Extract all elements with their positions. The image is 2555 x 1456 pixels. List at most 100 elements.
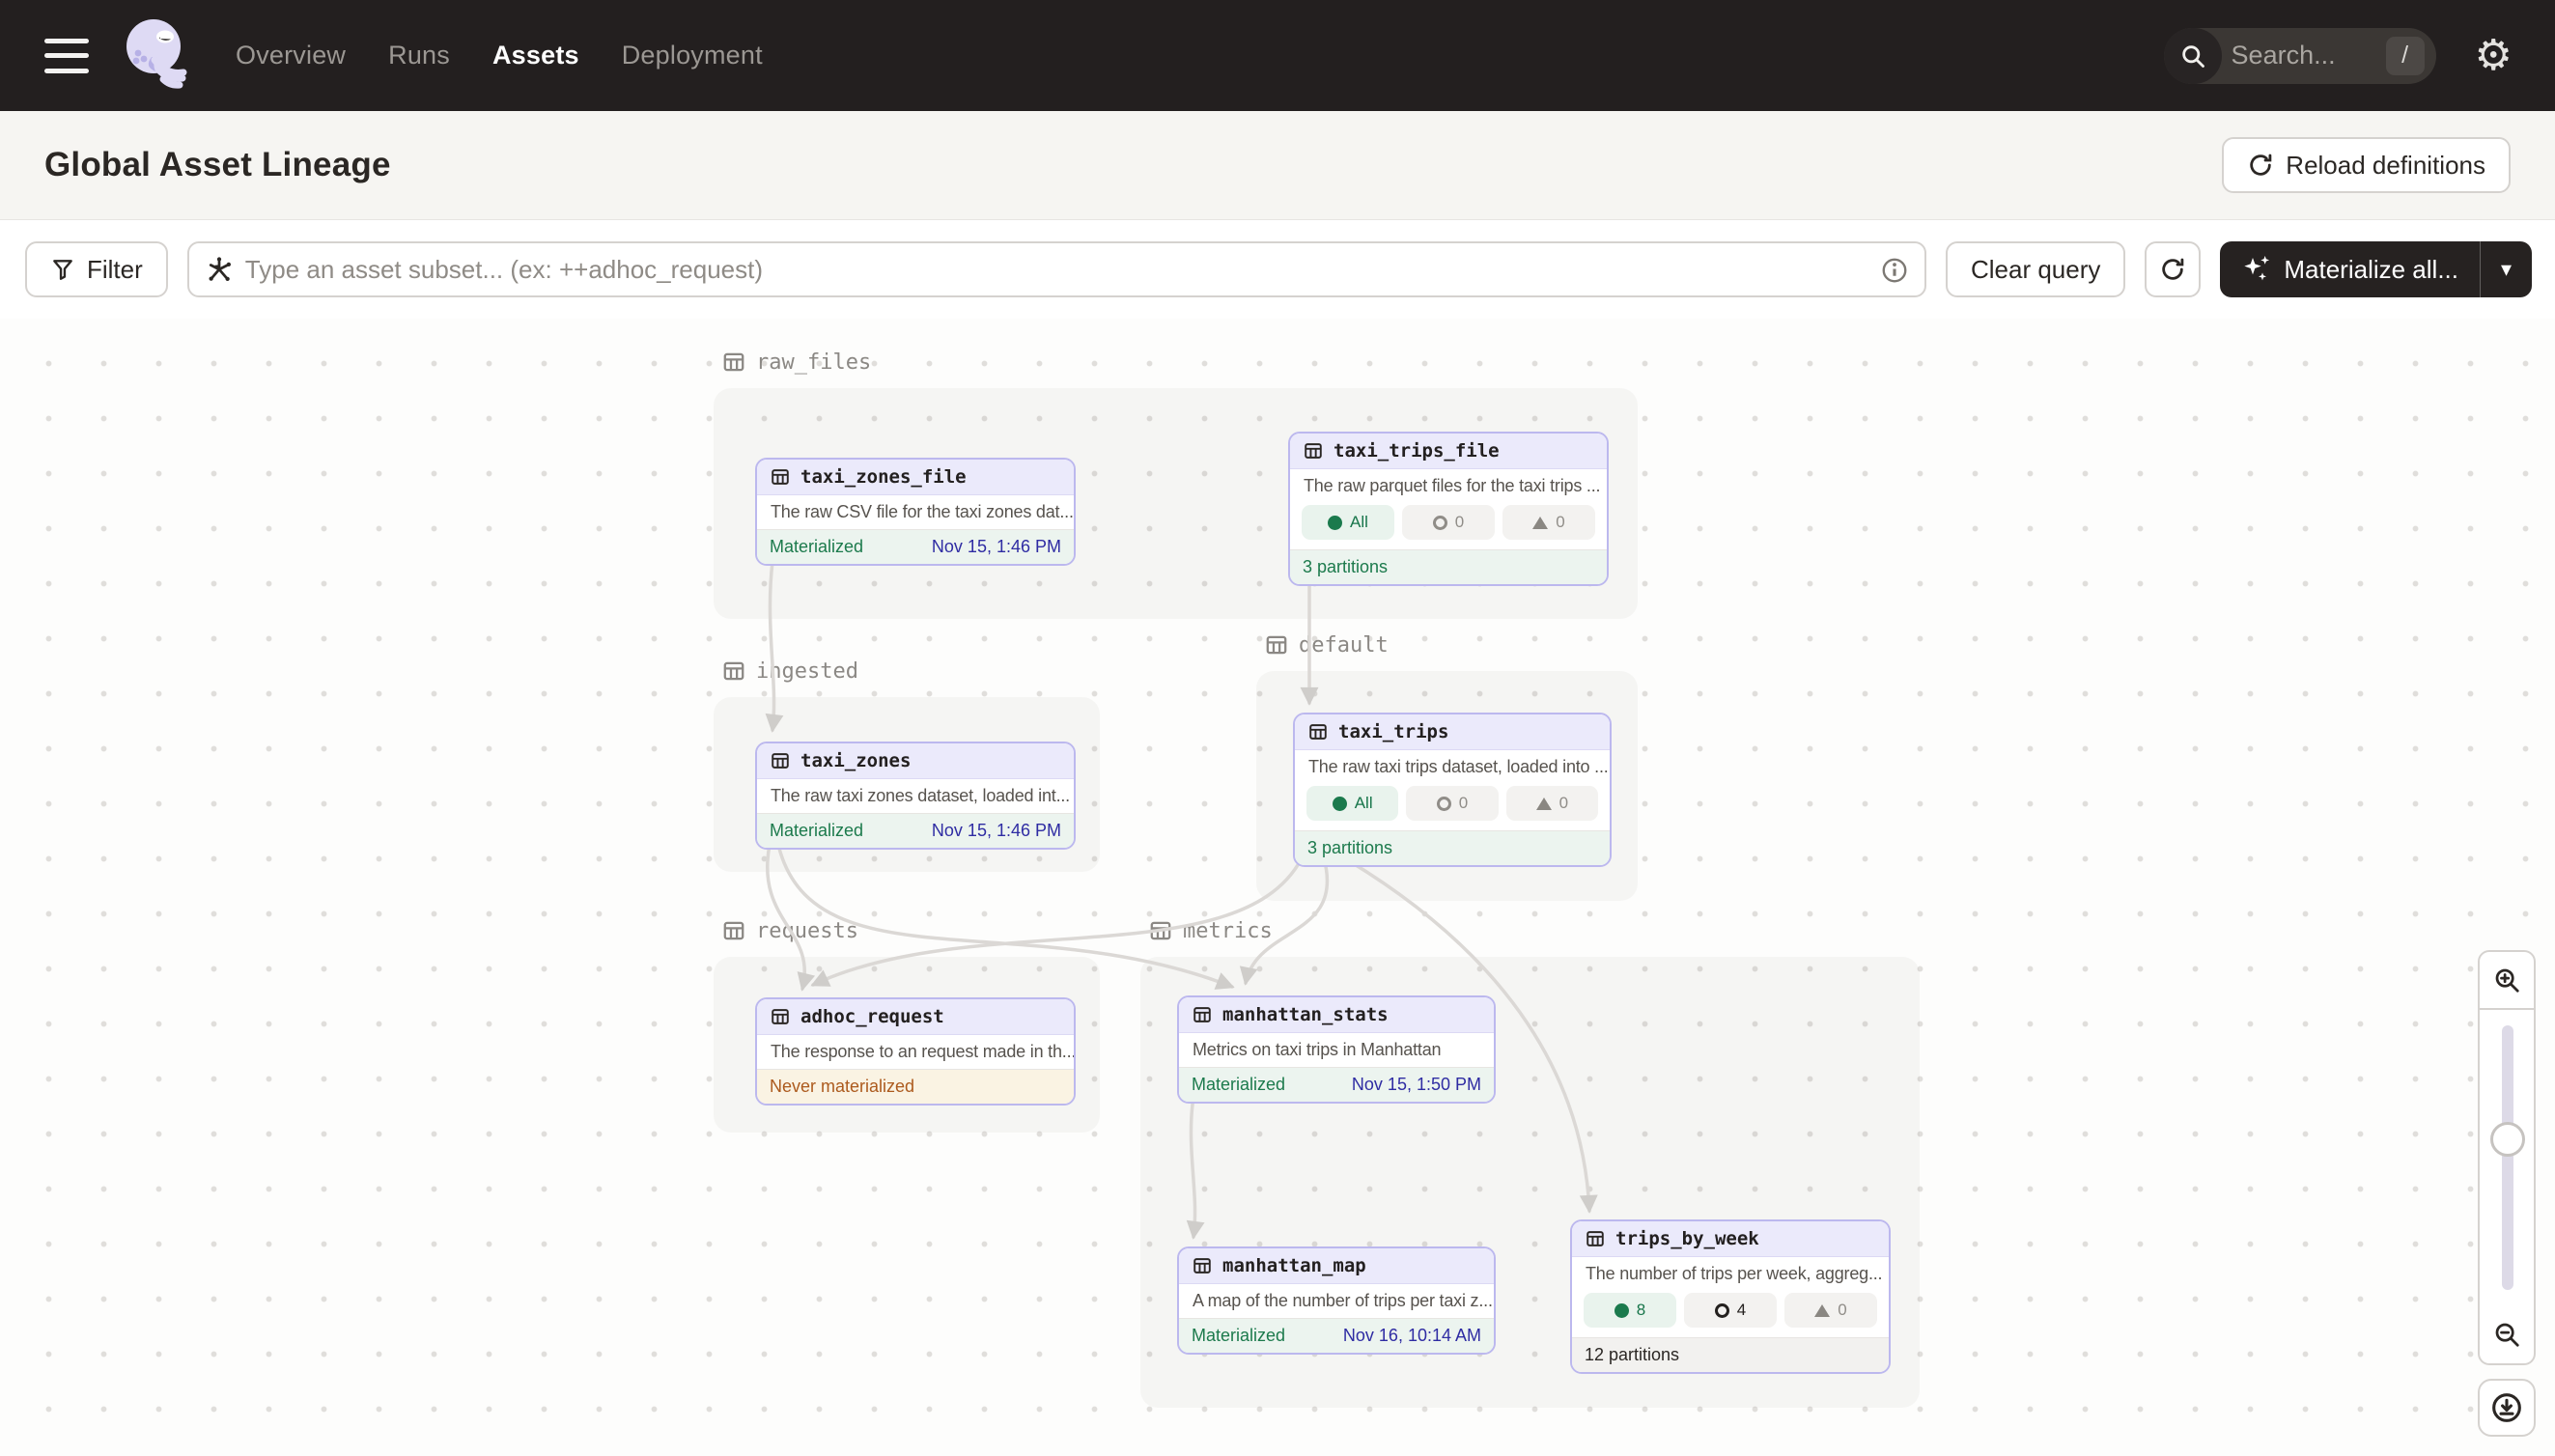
asset-subset-input[interactable] — [245, 255, 1870, 285]
table-grid-icon — [770, 466, 791, 488]
table-grid-icon — [1192, 1004, 1213, 1025]
asset-description: The raw taxi trips dataset, loaded into … — [1295, 750, 1610, 784]
materialize-all-split-button: Materialize all... ▾ — [2220, 241, 2532, 297]
asset-node-taxi_zones_file[interactable]: taxi_zones_file The raw CSV file for the… — [755, 458, 1076, 566]
page-title: Global Asset Lineage — [44, 146, 391, 184]
partition-pill-triangle: 0 — [1784, 1293, 1877, 1328]
asset-node-header: adhoc_request — [757, 999, 1074, 1035]
reload-definitions-button[interactable]: Reload definitions — [2222, 137, 2511, 193]
partition-health-pills: 8 4 0 — [1572, 1291, 1889, 1337]
partition-health-pills: All 0 0 — [1290, 503, 1607, 549]
partition-pill-circle: All — [1306, 786, 1398, 821]
ring-icon — [1715, 1303, 1729, 1318]
asset-node-taxi_trips[interactable]: taxi_trips The raw taxi trips dataset, l… — [1293, 713, 1612, 867]
table-grid-icon — [1307, 721, 1329, 742]
info-icon[interactable] — [1880, 256, 1909, 285]
zoom-slider[interactable] — [2478, 1010, 2536, 1305]
asset-status-footer: 3 partitions — [1295, 830, 1610, 865]
hamburger-menu-icon[interactable] — [44, 39, 89, 73]
zoom-out-button[interactable] — [2478, 1305, 2536, 1365]
asset-status: Materialized — [1192, 1326, 1285, 1346]
search-icon — [2164, 28, 2222, 84]
asset-node-header: taxi_zones_file — [757, 460, 1074, 495]
asset-timestamp: Nov 15, 1:50 PM — [1352, 1075, 1481, 1095]
nav-item-deployment[interactable]: Deployment — [622, 41, 763, 70]
materialize-all-button[interactable]: Materialize all... — [2220, 241, 2480, 297]
asset-node-header: taxi_trips — [1295, 714, 1610, 750]
asset-status: 12 partitions — [1585, 1345, 1679, 1365]
filter-button[interactable]: Filter — [25, 241, 168, 297]
asset-description: The raw CSV file for the taxi zones dat.… — [757, 495, 1074, 529]
op-selector-icon — [205, 255, 234, 284]
asset-node-header: taxi_zones — [757, 743, 1074, 779]
nav-item-overview[interactable]: Overview — [236, 41, 346, 70]
asset-name: taxi_trips — [1338, 721, 1448, 742]
asset-name: taxi_zones_file — [800, 466, 967, 488]
partition-pill-circle: 8 — [1584, 1293, 1676, 1328]
asset-status-footer: MaterializedNov 15, 1:46 PM — [757, 813, 1074, 848]
asset-node-header: taxi_trips_file — [1290, 434, 1607, 469]
asset-name: adhoc_request — [800, 1006, 944, 1027]
refresh-graph-button[interactable] — [2145, 241, 2201, 297]
asset-description: A map of the number of trips per taxi z.… — [1179, 1284, 1494, 1318]
triangle-icon — [1814, 1304, 1830, 1317]
asset-status: 3 partitions — [1307, 838, 1392, 858]
zoom-slider-thumb[interactable] — [2490, 1122, 2525, 1157]
lineage-canvas: raw_files ingested default requests metr… — [0, 319, 2555, 1456]
nav-item-assets[interactable]: Assets — [492, 41, 579, 70]
asset-node-trips_by_week[interactable]: trips_by_week The number of trips per we… — [1570, 1219, 1891, 1374]
refresh-icon — [2159, 256, 2186, 283]
asset-status: Materialized — [1192, 1075, 1285, 1095]
asset-status-footer: Never materialized — [757, 1069, 1074, 1104]
lineage-toolbar: Filter Clear query Materialize all.. — [0, 220, 2555, 319]
circle-icon — [1614, 1303, 1629, 1318]
clear-query-button[interactable]: Clear query — [1946, 241, 2125, 297]
asset-node-manhattan_map[interactable]: manhattan_map A map of the number of tri… — [1177, 1246, 1496, 1355]
page-header: Global Asset Lineage Reload definitions — [0, 111, 2555, 220]
gear-icon[interactable]: ⚙ — [2475, 35, 2513, 77]
zoom-in-button[interactable] — [2478, 950, 2536, 1010]
asset-timestamp: Nov 15, 1:46 PM — [932, 821, 1061, 841]
asset-status: 3 partitions — [1303, 557, 1388, 577]
asset-description: The raw parquet files for the taxi trips… — [1290, 469, 1607, 503]
asset-name: trips_by_week — [1615, 1228, 1759, 1249]
asset-timestamp: Nov 16, 10:14 AM — [1343, 1326, 1481, 1346]
partition-pill-circle: All — [1302, 505, 1394, 540]
asset-status-footer: Materialized Nov 15, 1:50 PM — [1179, 1067, 1494, 1102]
dagster-logo-icon[interactable] — [122, 14, 193, 98]
zoom-controls — [2478, 950, 2536, 1365]
zoom-out-icon — [2492, 1320, 2521, 1349]
asset-name: taxi_trips_file — [1334, 440, 1500, 462]
asset-node-header: trips_by_week — [1572, 1221, 1889, 1257]
primary-nav: Overview Runs Assets Deployment — [236, 41, 763, 70]
table-grid-icon — [770, 1006, 791, 1027]
download-icon — [2490, 1391, 2523, 1424]
asset-description: The response to an request made in th... — [757, 1035, 1074, 1069]
materialize-dropdown-caret[interactable]: ▾ — [2480, 241, 2532, 297]
ring-icon — [1433, 516, 1447, 530]
download-image-button[interactable] — [2478, 1379, 2536, 1437]
search-input[interactable] — [2222, 41, 2386, 70]
asset-timestamp: Nov 15, 1:46 PM — [932, 537, 1061, 557]
asset-node-header: manhattan_stats — [1179, 997, 1494, 1033]
asset-status-footer: 3 partitions — [1290, 549, 1607, 584]
asset-subset-query — [187, 241, 1926, 297]
asset-node-taxi_zones[interactable]: taxi_zones The raw taxi zones dataset, l… — [755, 742, 1076, 850]
partition-pill-ring: 0 — [1402, 505, 1495, 540]
asset-node-manhattan_stats[interactable]: manhattan_stats Metrics on taxi trips in… — [1177, 995, 1496, 1104]
asset-description: The raw taxi zones dataset, loaded int..… — [757, 779, 1074, 813]
triangle-icon — [1532, 517, 1548, 529]
global-search[interactable]: / — [2164, 28, 2436, 84]
asset-node-taxi_trips_file[interactable]: taxi_trips_file The raw parquet files fo… — [1288, 432, 1609, 586]
asset-node-header: manhattan_map — [1179, 1248, 1494, 1284]
asset-node-adhoc_request[interactable]: adhoc_request The response to an request… — [755, 997, 1076, 1106]
asset-status-footer: Materialized Nov 15, 1:46 PM — [757, 529, 1074, 564]
asset-status: Materialized — [770, 537, 863, 557]
asset-name: manhattan_stats — [1222, 1004, 1389, 1025]
circle-icon — [1328, 516, 1342, 530]
asset-status: Never materialized — [770, 1077, 914, 1097]
nav-item-runs[interactable]: Runs — [388, 41, 450, 70]
asset-description: The number of trips per week, aggreg... — [1572, 1257, 1889, 1291]
ring-icon — [1437, 797, 1451, 811]
asset-status-footer: Materialized Nov 16, 10:14 AM — [1179, 1318, 1494, 1353]
